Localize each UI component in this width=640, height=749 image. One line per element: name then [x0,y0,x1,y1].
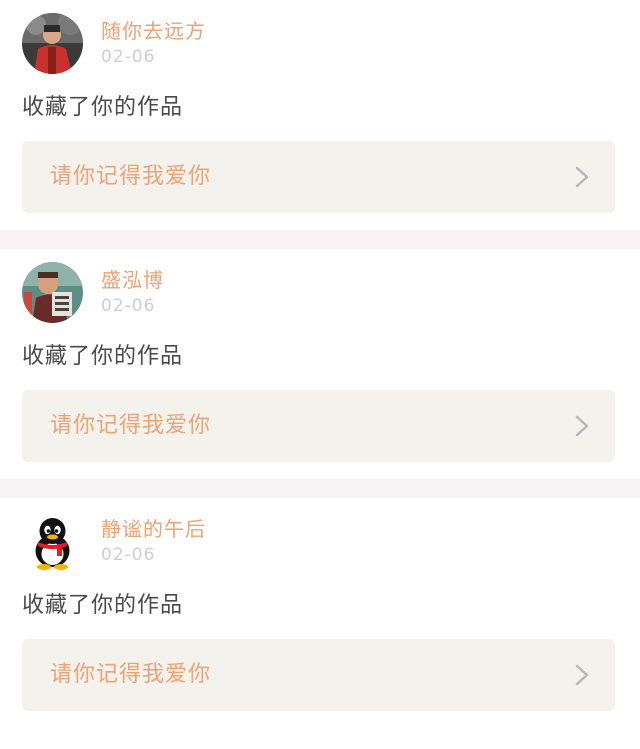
chevron-right-icon [575,664,589,686]
chevron-right-icon [575,415,589,437]
divider [0,230,640,249]
feed-card: 静谧的午后 02-06 收藏了你的作品 请你记得我爱你 [0,498,640,728]
username[interactable]: 静谧的午后 [101,516,206,542]
favorites-feed: 随你去远方 02-06 收藏了你的作品 请你记得我爱你 盛泓博 02-06 收藏… [0,0,640,728]
child-photo-avatar-icon [22,262,83,323]
feed-card: 盛泓博 02-06 收藏了你的作品 请你记得我爱你 [0,249,640,479]
timestamp: 02-06 [101,545,156,565]
username[interactable]: 随你去远方 [101,18,206,44]
work-title: 请你记得我爱你 [50,662,212,687]
work-title: 请你记得我爱你 [50,164,212,189]
work-link[interactable]: 请你记得我爱你 [22,141,615,213]
chevron-right-icon [575,166,589,188]
action-text: 收藏了你的作品 [22,95,184,120]
timestamp: 02-06 [101,47,156,67]
qq-penguin-avatar-icon [22,511,83,572]
action-text: 收藏了你的作品 [22,593,184,618]
work-link[interactable]: 请你记得我爱你 [22,390,615,462]
avatar[interactable] [22,13,83,74]
person-red-jacket-avatar-icon [22,13,83,74]
action-text: 收藏了你的作品 [22,344,184,369]
work-title: 请你记得我爱你 [50,413,212,438]
work-link[interactable]: 请你记得我爱你 [22,639,615,711]
avatar[interactable] [22,262,83,323]
divider [0,479,640,498]
username[interactable]: 盛泓博 [101,267,164,293]
avatar[interactable] [22,511,83,572]
feed-card: 随你去远方 02-06 收藏了你的作品 请你记得我爱你 [0,0,640,230]
timestamp: 02-06 [101,296,156,316]
